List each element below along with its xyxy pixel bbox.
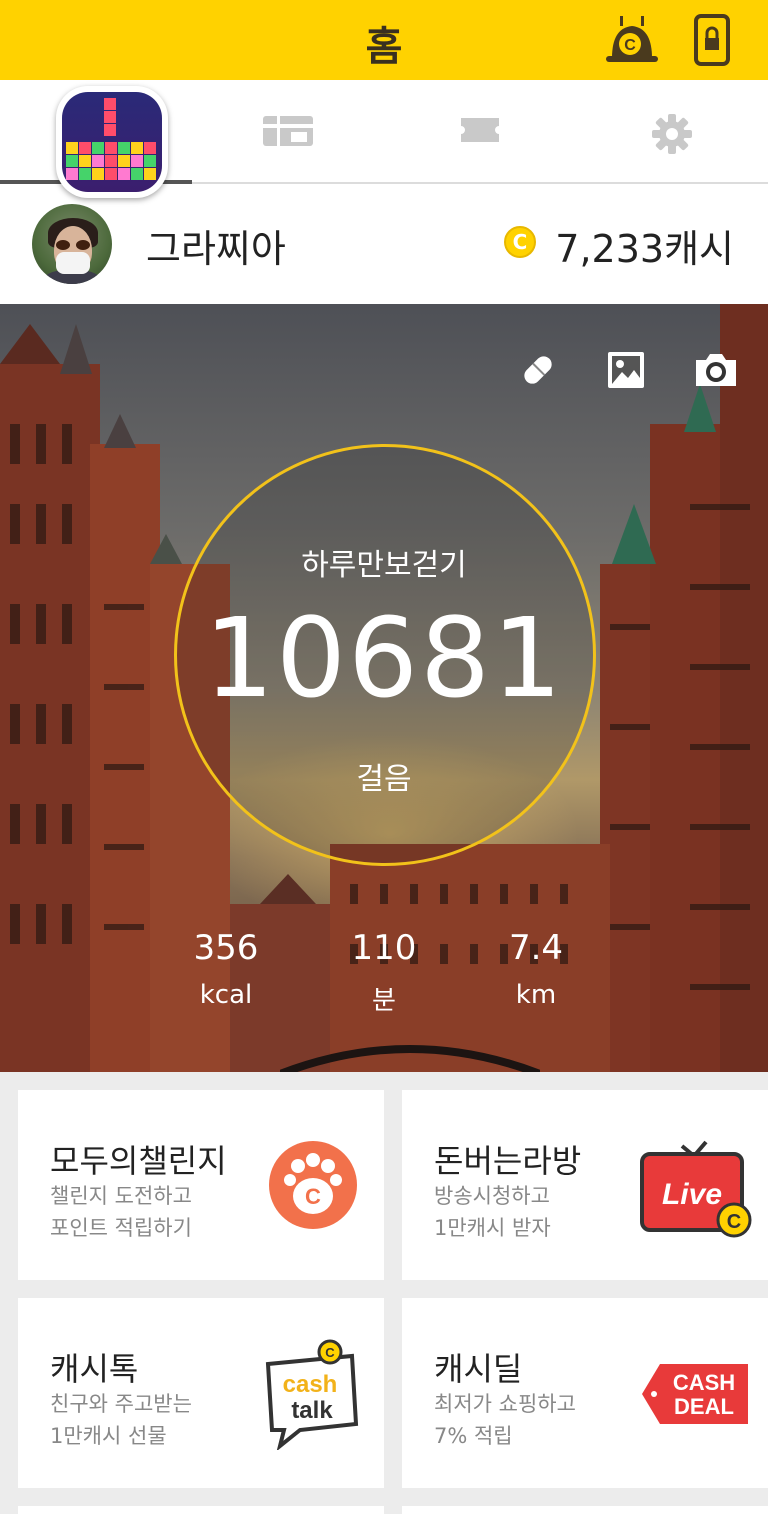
stat-minutes: 110 분 xyxy=(314,928,454,1017)
card-subtitle: 친구와 주고받는 1만캐시 선물 xyxy=(50,1392,192,1448)
paw-coin-icon: C xyxy=(269,1141,357,1229)
cashdeal-tag-icon: CASH DEAL xyxy=(642,1364,748,1424)
svg-text:talk: talk xyxy=(291,1397,333,1424)
stat-value: 7.4 xyxy=(508,928,564,968)
svg-text:C: C xyxy=(727,1211,741,1233)
card-subtitle: 챌린지 도전하고 포인트 적립하기 xyxy=(50,1184,192,1240)
card-subtitle: 방송시청하고 1만캐시 받자 xyxy=(434,1184,551,1240)
ring-title: 하루만보걷기 xyxy=(301,548,467,583)
tab-ticket[interactable] xyxy=(384,80,576,184)
tab-settings[interactable] xyxy=(576,80,768,184)
svg-text:CASH: CASH xyxy=(673,1370,735,1395)
svg-text:C: C xyxy=(624,37,636,54)
card-title: 캐시딜 xyxy=(434,1350,523,1388)
gear-icon xyxy=(652,114,692,154)
stat-unit: kcal xyxy=(199,980,253,1010)
image-icon[interactable] xyxy=(606,350,646,390)
svg-text:Live: Live xyxy=(662,1178,722,1211)
svg-text:C: C xyxy=(305,1184,321,1209)
card-cashtalk[interactable]: 캐시톡 친구와 주고받는 1만캐시 선물 C cash talk xyxy=(18,1298,384,1488)
stat-value: 356 xyxy=(193,928,259,968)
card-live[interactable]: 돈버는라방 방송시청하고 1만캐시 받자 Live C xyxy=(402,1090,768,1280)
card-title: 캐시톡 xyxy=(50,1350,139,1388)
phone-lock-icon[interactable] xyxy=(694,14,730,66)
cash-balance[interactable]: 7,233캐시 xyxy=(555,218,734,273)
stat-kcal: 356 kcal xyxy=(156,928,296,1010)
svg-text:C: C xyxy=(325,1345,335,1360)
step-count: 10681 xyxy=(204,594,564,722)
block-puzzle-icon xyxy=(66,98,156,180)
top-header: 홈 C xyxy=(0,0,768,80)
stat-value: 110 xyxy=(351,928,417,968)
stat-distance: 7.4 km xyxy=(466,928,606,1010)
coin-icon: C xyxy=(504,226,536,258)
game-app-icon[interactable] xyxy=(56,86,168,198)
username: 그라찌아 xyxy=(146,227,286,271)
ticket-icon xyxy=(461,118,499,142)
card-challenge[interactable]: 모두의챌린지 챌린지 도전하고 포인트 적립하기 C xyxy=(18,1090,384,1280)
card-cashdeal[interactable]: 캐시딜 최저가 쇼핑하고 7% 적립 CASH DEAL xyxy=(402,1298,768,1488)
svg-text:cash: cash xyxy=(283,1371,338,1398)
card-title: 돈버는라방 xyxy=(434,1142,582,1180)
svg-text:DEAL: DEAL xyxy=(674,1394,734,1419)
cashtalk-icon: C cash talk xyxy=(265,1339,359,1450)
profile-row: 그라찌아 7,233캐시 xyxy=(0,184,768,304)
pill-icon[interactable] xyxy=(518,350,558,390)
cash-bell-icon[interactable]: C xyxy=(606,14,658,64)
gift-card-icon xyxy=(263,116,313,146)
step-unit: 걸음 xyxy=(356,762,412,797)
card-title: 모두의챌린지 xyxy=(50,1142,227,1180)
card-next-left[interactable] xyxy=(18,1506,384,1514)
card-subtitle: 최저가 쇼핑하고 7% 적립 xyxy=(434,1392,576,1448)
avatar[interactable] xyxy=(32,204,112,284)
walk-hero-panel: 하루만보걷기 10681 걸음 356 kcal 110 분 7.4 km xyxy=(0,304,768,1072)
stat-unit: km xyxy=(515,980,557,1010)
tab-gift[interactable] xyxy=(192,80,384,184)
stat-unit: 분 xyxy=(372,986,396,1016)
camera-icon[interactable] xyxy=(692,350,740,390)
card-next-right[interactable] xyxy=(402,1506,768,1514)
live-tv-icon: Live C xyxy=(640,1140,752,1238)
